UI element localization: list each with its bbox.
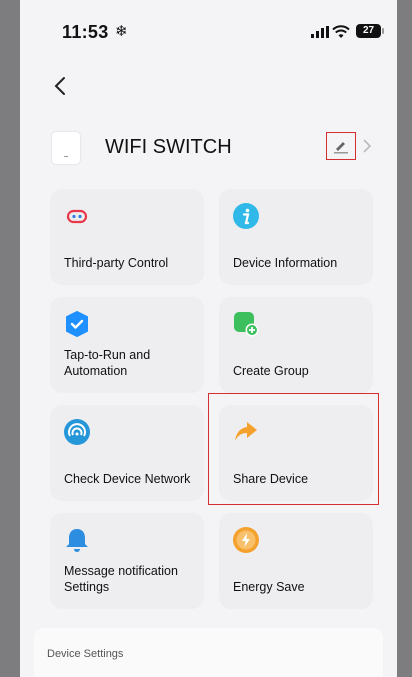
network-icon	[64, 419, 90, 445]
energy-icon	[233, 527, 259, 553]
tile-device-information[interactable]: Device Information	[219, 189, 373, 285]
bell-icon	[66, 529, 88, 552]
status-time: 11:53	[62, 22, 109, 42]
tile-label: Energy Save	[233, 580, 305, 594]
group-add-icon	[234, 312, 259, 337]
pencil-icon	[334, 142, 348, 154]
cellular-signal-icon	[311, 26, 329, 38]
share-device-highlight	[208, 393, 379, 505]
third-party-control-icon	[66, 209, 88, 224]
back-chevron-icon[interactable]	[50, 74, 72, 98]
tile-create-group[interactable]: Create Group	[219, 297, 373, 393]
tile-label: Device Information	[233, 256, 338, 270]
automation-icon	[66, 311, 88, 337]
edit-name-button[interactable]	[326, 132, 356, 160]
tile-tap-to-run[interactable]: Tap-to-Run and Automation	[50, 297, 204, 393]
section-title: Device Settings	[47, 648, 124, 660]
tile-message-notification[interactable]: Message notification Settings	[50, 513, 204, 609]
device-thumbnail	[52, 132, 80, 164]
device-settings-section: Device Settings	[34, 628, 383, 677]
snowflake-icon: ❄	[115, 23, 128, 40]
chevron-right-icon[interactable]	[362, 138, 372, 154]
device-name: WIFI SWITCH	[105, 136, 232, 158]
tile-label: Check Device Network	[64, 472, 191, 486]
tile-label: Tap-to-Run and Automation	[64, 348, 151, 378]
info-icon	[233, 203, 259, 229]
device-header[interactable]: WIFI SWITCH	[20, 124, 397, 172]
tile-label: Message notification Settings	[64, 564, 178, 594]
battery-icon: 27	[356, 24, 384, 38]
tile-third-party-control[interactable]: Third-party Control	[50, 189, 204, 285]
app-screen: 11:53 ❄ 27 WIFI SWITCH Third-party Contr…	[20, 0, 397, 677]
tile-energy-save[interactable]: Energy Save	[219, 513, 373, 609]
tile-label: Third-party Control	[64, 256, 169, 270]
wifi-icon	[332, 25, 350, 38]
status-bar: 11:53 ❄ 27	[20, 0, 397, 62]
tile-check-device-network[interactable]: Check Device Network	[50, 405, 204, 501]
tile-label: Create Group	[233, 364, 309, 378]
